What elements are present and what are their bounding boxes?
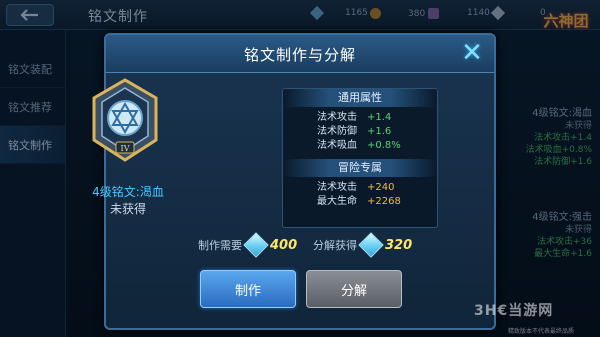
attribute-row: 法术攻击 +240: [317, 182, 395, 193]
attribute-row: 最大生命 +2268: [317, 196, 401, 207]
rune-emblem-icon: IV: [92, 78, 158, 162]
close-icon: ✕: [461, 38, 483, 68]
craft-button[interactable]: 制作: [200, 270, 296, 308]
crystal-icon: [358, 232, 384, 258]
rune-level-numeral: IV: [121, 144, 130, 153]
rune-name: 4级铭文:渴血: [92, 185, 164, 199]
attribute-row: 法术攻击 +1.4: [317, 112, 392, 123]
split-gain: 分解获得 320: [313, 232, 412, 258]
watermark-subtext: 精致版本不代表最终品质: [508, 328, 575, 335]
close-button[interactable]: ✕: [458, 40, 486, 66]
dialog-title: 铭文制作与分解: [243, 46, 356, 64]
dialog-header: 铭文制作与分解 ✕: [106, 35, 494, 73]
split-button[interactable]: 分解: [306, 270, 402, 308]
attribute-panel: 通用属性 法术攻击 +1.4 法术防御 +1.6 法术吸血 +0.8% 冒险专属 法术…: [282, 88, 438, 228]
rune-status: 未获得: [109, 202, 146, 216]
attribute-row: 法术吸血 +0.8%: [317, 140, 401, 151]
adventure-attributes-header: 冒险专属: [283, 159, 437, 177]
craft-cost: 制作需要 400: [198, 232, 297, 258]
attribute-row: 法术防御 +1.6: [317, 126, 392, 137]
crystal-icon: [243, 232, 269, 258]
watermark-logo: 3H€当游网: [474, 303, 554, 319]
general-attributes-header: 通用属性: [283, 89, 437, 107]
